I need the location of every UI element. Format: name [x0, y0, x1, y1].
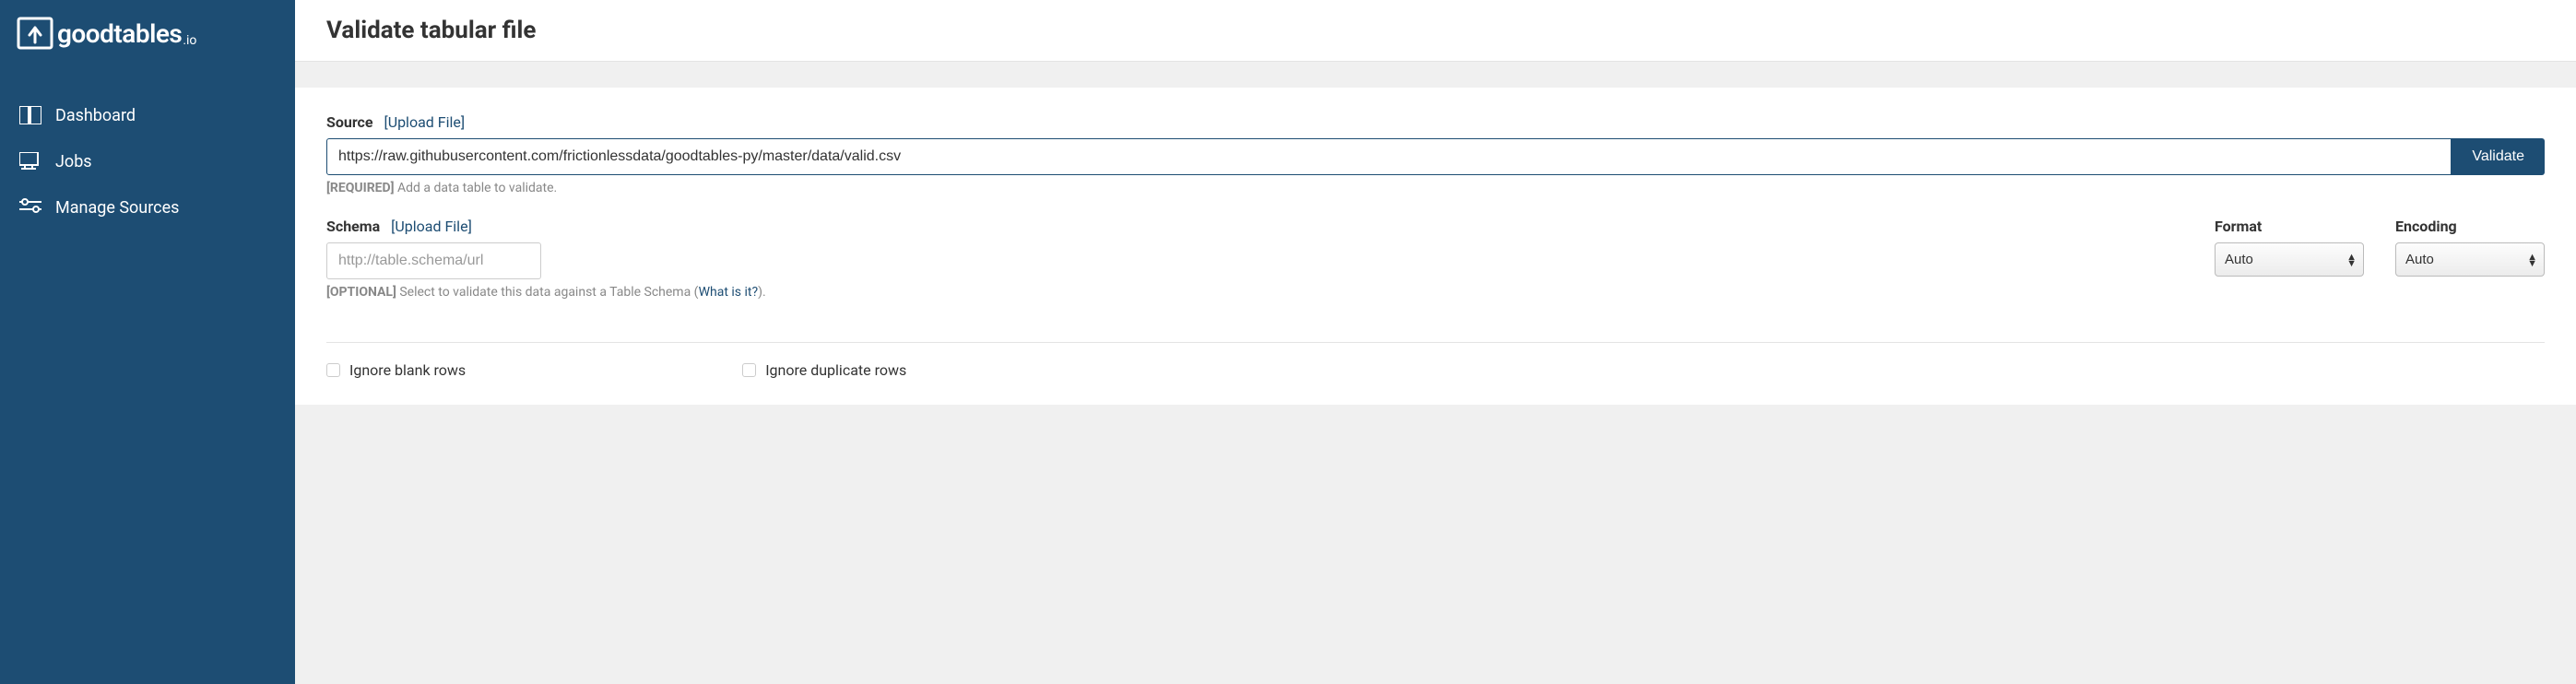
- schema-label-row: Schema [Upload File]: [326, 218, 2183, 235]
- ignore-blank-checkbox[interactable]: Ignore blank rows: [326, 361, 466, 379]
- ignore-duplicate-checkbox[interactable]: Ignore duplicate rows: [742, 361, 906, 379]
- source-input[interactable]: [326, 138, 2452, 175]
- format-field-group: Format Auto ▲▼: [2215, 218, 2364, 300]
- encoding-field-group: Encoding Auto ▲▼: [2395, 218, 2545, 300]
- checkbox-icon: [742, 363, 756, 377]
- schema-upload-link[interactable]: Upload File: [395, 218, 467, 235]
- sidebar-nav: Dashboard Jobs Manage Sources: [0, 92, 295, 230]
- schema-help-text: Select to validate this data against a T…: [399, 285, 698, 300]
- sidebar: goodtables .io Dashboard Jobs Manage Sou…: [0, 0, 295, 684]
- format-select[interactable]: Auto: [2215, 242, 2364, 277]
- source-input-row: Validate: [326, 138, 2545, 175]
- schema-format-row: Schema [Upload File] [OPTIONAL] Select t…: [326, 218, 2545, 322]
- schema-label: Schema: [326, 218, 380, 235]
- sidebar-item-label: Dashboard: [55, 106, 136, 125]
- checkbox-label: Ignore duplicate rows: [765, 361, 906, 379]
- source-label: Source: [326, 113, 373, 131]
- main: Validate tabular file Source [Upload Fil…: [295, 0, 2576, 684]
- sidebar-item-jobs[interactable]: Jobs: [0, 138, 295, 184]
- brand-suffix: .io: [183, 33, 196, 48]
- brand-name: goodtables: [57, 18, 182, 49]
- source-field-group: Source [Upload File] Validate [REQUIRED]…: [326, 113, 2545, 195]
- validate-form: Source [Upload File] Validate [REQUIRED]…: [295, 88, 2576, 405]
- divider: [326, 342, 2545, 343]
- checkbox-icon: [326, 363, 340, 377]
- goodtables-logo-icon: [17, 15, 53, 52]
- schema-help-close: ).: [758, 285, 766, 300]
- schema-input[interactable]: [326, 242, 541, 279]
- page-header: Validate tabular file: [295, 0, 2576, 62]
- content-wrap: Source [Upload File] Validate [REQUIRED]…: [295, 62, 2576, 684]
- checkbox-label: Ignore blank rows: [349, 361, 466, 379]
- source-help-text: Add a data table to validate.: [397, 181, 557, 195]
- options-row: Ignore blank rows Ignore duplicate rows: [326, 361, 2545, 379]
- source-upload-link[interactable]: Upload File: [388, 113, 461, 131]
- format-label: Format: [2215, 218, 2262, 235]
- sidebar-item-manage-sources[interactable]: Manage Sources: [0, 184, 295, 230]
- schema-field-group: Schema [Upload File] [OPTIONAL] Select t…: [326, 218, 2183, 300]
- encoding-label: Encoding: [2395, 218, 2457, 235]
- dashboard-icon: [18, 103, 42, 127]
- schema-help: [OPTIONAL] Select to validate this data …: [326, 285, 2183, 300]
- validate-button[interactable]: Validate: [2452, 138, 2545, 175]
- settings-icon: [18, 195, 42, 219]
- optional-tag: [OPTIONAL]: [326, 285, 396, 300]
- page-title: Validate tabular file: [326, 17, 2545, 44]
- required-tag: [REQUIRED]: [326, 181, 395, 195]
- schema-help-link[interactable]: What is it?: [699, 285, 759, 300]
- sidebar-item-label: Manage Sources: [55, 198, 179, 218]
- source-help: [REQUIRED] Add a data table to validate.: [326, 181, 2545, 195]
- jobs-icon: [18, 149, 42, 173]
- sidebar-item-label: Jobs: [55, 152, 92, 171]
- sidebar-item-dashboard[interactable]: Dashboard: [0, 92, 295, 138]
- source-label-row: Source [Upload File]: [326, 113, 2545, 131]
- brand-logo[interactable]: goodtables .io: [0, 15, 295, 66]
- encoding-select[interactable]: Auto: [2395, 242, 2545, 277]
